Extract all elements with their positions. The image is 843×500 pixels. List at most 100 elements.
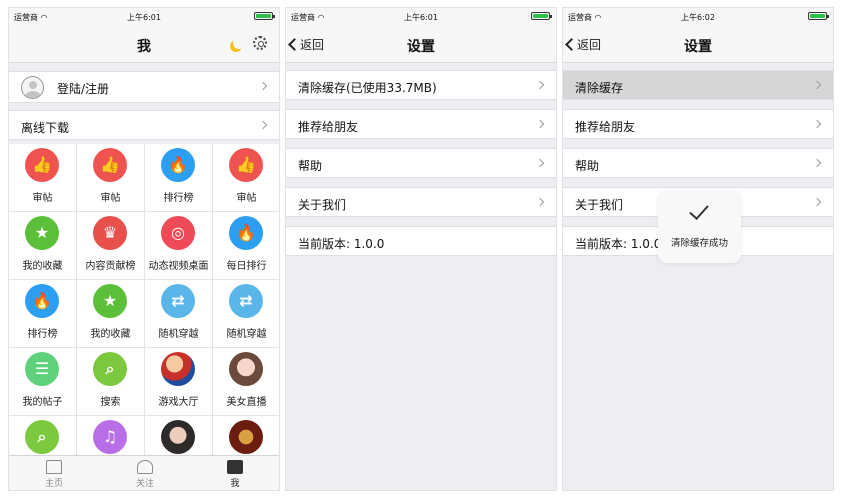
status-time: 上午6:01: [404, 13, 438, 22]
clear-cache-row[interactable]: 清除缓存(已使用33.7MB): [286, 70, 556, 100]
gear-icon[interactable]: [253, 36, 267, 50]
thumbs-up-icon: 👍: [25, 148, 59, 182]
tab-follow-label: 关注: [135, 479, 154, 489]
chevron-right-icon: [812, 80, 822, 90]
thumbs-up-icon: 👍: [229, 148, 263, 182]
document-icon: ☰: [25, 352, 59, 386]
status-bar: 运营商 ◠ 上午6:01: [9, 8, 279, 25]
grid-item-label: 动态视频桌面: [148, 261, 209, 272]
tab-me[interactable]: 我: [190, 456, 279, 490]
grid-item[interactable]: 美女直播: [213, 348, 279, 415]
grid-item[interactable]: 游戏大厅: [145, 348, 213, 415]
search-icon: ⌕: [93, 352, 127, 386]
grid-item-label: 我的帖子: [22, 397, 63, 408]
nav-bar: 返回 设置: [286, 25, 556, 63]
avatar: [21, 76, 44, 99]
target-icon: ◎: [161, 216, 195, 250]
star-icon: ★: [93, 284, 127, 318]
login-label: 登陆/注册: [57, 82, 110, 96]
mario-avatar-icon: [161, 352, 195, 386]
flame-icon: 🔥: [25, 284, 59, 318]
tab-bar: 主页 关注 我: [9, 455, 279, 490]
grid-item[interactable]: 👍 审帖: [77, 144, 145, 211]
toast-label: 清除缓存成功: [670, 238, 728, 249]
chevron-right-icon: [535, 158, 545, 168]
recommend-row[interactable]: 推荐给朋友: [563, 109, 833, 139]
home-icon: [46, 460, 62, 474]
toast-message: 清除缓存成功: [658, 191, 741, 263]
shuffle-icon: ⇄: [161, 284, 195, 318]
recommend-row[interactable]: 推荐给朋友: [286, 109, 556, 139]
nav-bar: 返回 设置: [563, 25, 833, 63]
people-icon: [137, 460, 153, 474]
about-row[interactable]: 关于我们: [286, 187, 556, 217]
login-row[interactable]: 登陆/注册: [9, 71, 279, 103]
grid-item-label: 审帖: [32, 193, 53, 204]
thumbs-up-icon: 👍: [93, 148, 127, 182]
grid-item-label: 随机穿越: [158, 329, 199, 340]
recommend-label: 推荐给朋友: [298, 120, 359, 134]
night-mode-moon-icon[interactable]: [233, 37, 245, 49]
flame-icon: 🔥: [229, 216, 263, 250]
grid-item[interactable]: 👍 审帖: [9, 144, 77, 211]
clear-cache-label: 清除缓存: [575, 81, 624, 95]
help-row[interactable]: 帮助: [286, 148, 556, 178]
grid-item[interactable]: 🔥 排行榜: [145, 144, 213, 211]
grid-item-label: 搜索: [100, 397, 121, 408]
clear-cache-row[interactable]: 清除缓存: [563, 70, 833, 100]
offline-download-row[interactable]: 离线下载: [9, 110, 279, 140]
about-label: 关于我们: [298, 198, 347, 212]
grid-item[interactable]: 🔥 排行榜: [9, 280, 77, 347]
grid-item[interactable]: ♛ 内容贡献榜: [77, 212, 145, 279]
status-time: 上午6:01: [127, 13, 161, 22]
grid-item[interactable]: ★ 我的收藏: [9, 212, 77, 279]
chevron-right-icon: [535, 80, 545, 90]
version-label: 当前版本: 1.0.0: [298, 237, 385, 251]
tab-follow[interactable]: 关注: [100, 456, 190, 490]
tab-home-label: 主页: [44, 479, 63, 489]
game-logo-icon: [229, 420, 263, 454]
grid-item-label: 内容贡献榜: [85, 261, 136, 272]
chevron-right-icon: [812, 119, 822, 129]
grid-item-label: 每日排行: [226, 261, 267, 272]
grid-item[interactable]: ☰ 我的帖子: [9, 348, 77, 415]
grid-item[interactable]: ⌕ 搜索: [77, 348, 145, 415]
grid-item[interactable]: ◎ 动态视频桌面: [145, 212, 213, 279]
help-label: 帮助: [298, 159, 323, 173]
crown-icon: ♛: [93, 216, 127, 250]
feature-grid: 👍 审帖 👍 审帖 🔥 排行榜 👍 审帖 ★ 我的收藏 ♛ 内容贡献榜 ◎ 动态视频桌面 🔥 每日排行 🔥 排行榜…: [9, 144, 279, 483]
shuffle-icon: ⇄: [229, 284, 263, 318]
music-icon: ♫: [93, 420, 127, 454]
grid-item[interactable]: ⇄ 随机穿越: [145, 280, 213, 347]
version-label: 当前版本: 1.0.0: [575, 237, 662, 251]
status-time: 上午6:02: [681, 13, 715, 22]
grid-item-label: 游戏大厅: [158, 397, 199, 408]
grid-item[interactable]: ⇄ 随机穿越: [213, 280, 279, 347]
grid-item-label: 排行榜: [27, 329, 58, 340]
profile-screen: 运营商 ◠ 上午6:01 我 登陆/注册 离线下载 👍 审帖 👍 审帖 🔥 排行榜 👍 审帖 ★…: [8, 7, 280, 491]
battery-icon: [808, 12, 829, 20]
nav-bar: 我: [9, 25, 279, 63]
status-bar: 运营商 ◠ 上午6:01: [286, 8, 556, 25]
star-icon: ★: [25, 216, 59, 250]
page-title: 设置: [407, 39, 435, 55]
clear-cache-label: 清除缓存(已使用33.7MB): [298, 81, 437, 95]
settings-screen: 运营商 ◠ 上午6:01 返回 设置 清除缓存(已使用33.7MB) 推荐给朋友…: [285, 7, 557, 491]
grid-item-label: 审帖: [236, 193, 257, 204]
grid-item-label: 我的收藏: [90, 329, 131, 340]
grid-item[interactable]: 👍 审帖: [213, 144, 279, 211]
grid-item[interactable]: 🔥 每日排行: [213, 212, 279, 279]
recommend-label: 推荐给朋友: [575, 120, 636, 134]
chevron-right-icon: [258, 120, 268, 130]
grid-item-label: 我的收藏: [22, 261, 63, 272]
inbox-icon: [227, 460, 243, 474]
offline-download-label: 离线下载: [21, 121, 70, 135]
help-row[interactable]: 帮助: [563, 148, 833, 178]
chevron-right-icon: [258, 81, 268, 91]
version-row: 当前版本: 1.0.0: [286, 226, 556, 256]
grid-item[interactable]: ★ 我的收藏: [77, 280, 145, 347]
about-label: 关于我们: [575, 198, 624, 212]
tab-home[interactable]: 主页: [9, 456, 99, 490]
help-label: 帮助: [575, 159, 600, 173]
girl-avatar-icon: [229, 352, 263, 386]
